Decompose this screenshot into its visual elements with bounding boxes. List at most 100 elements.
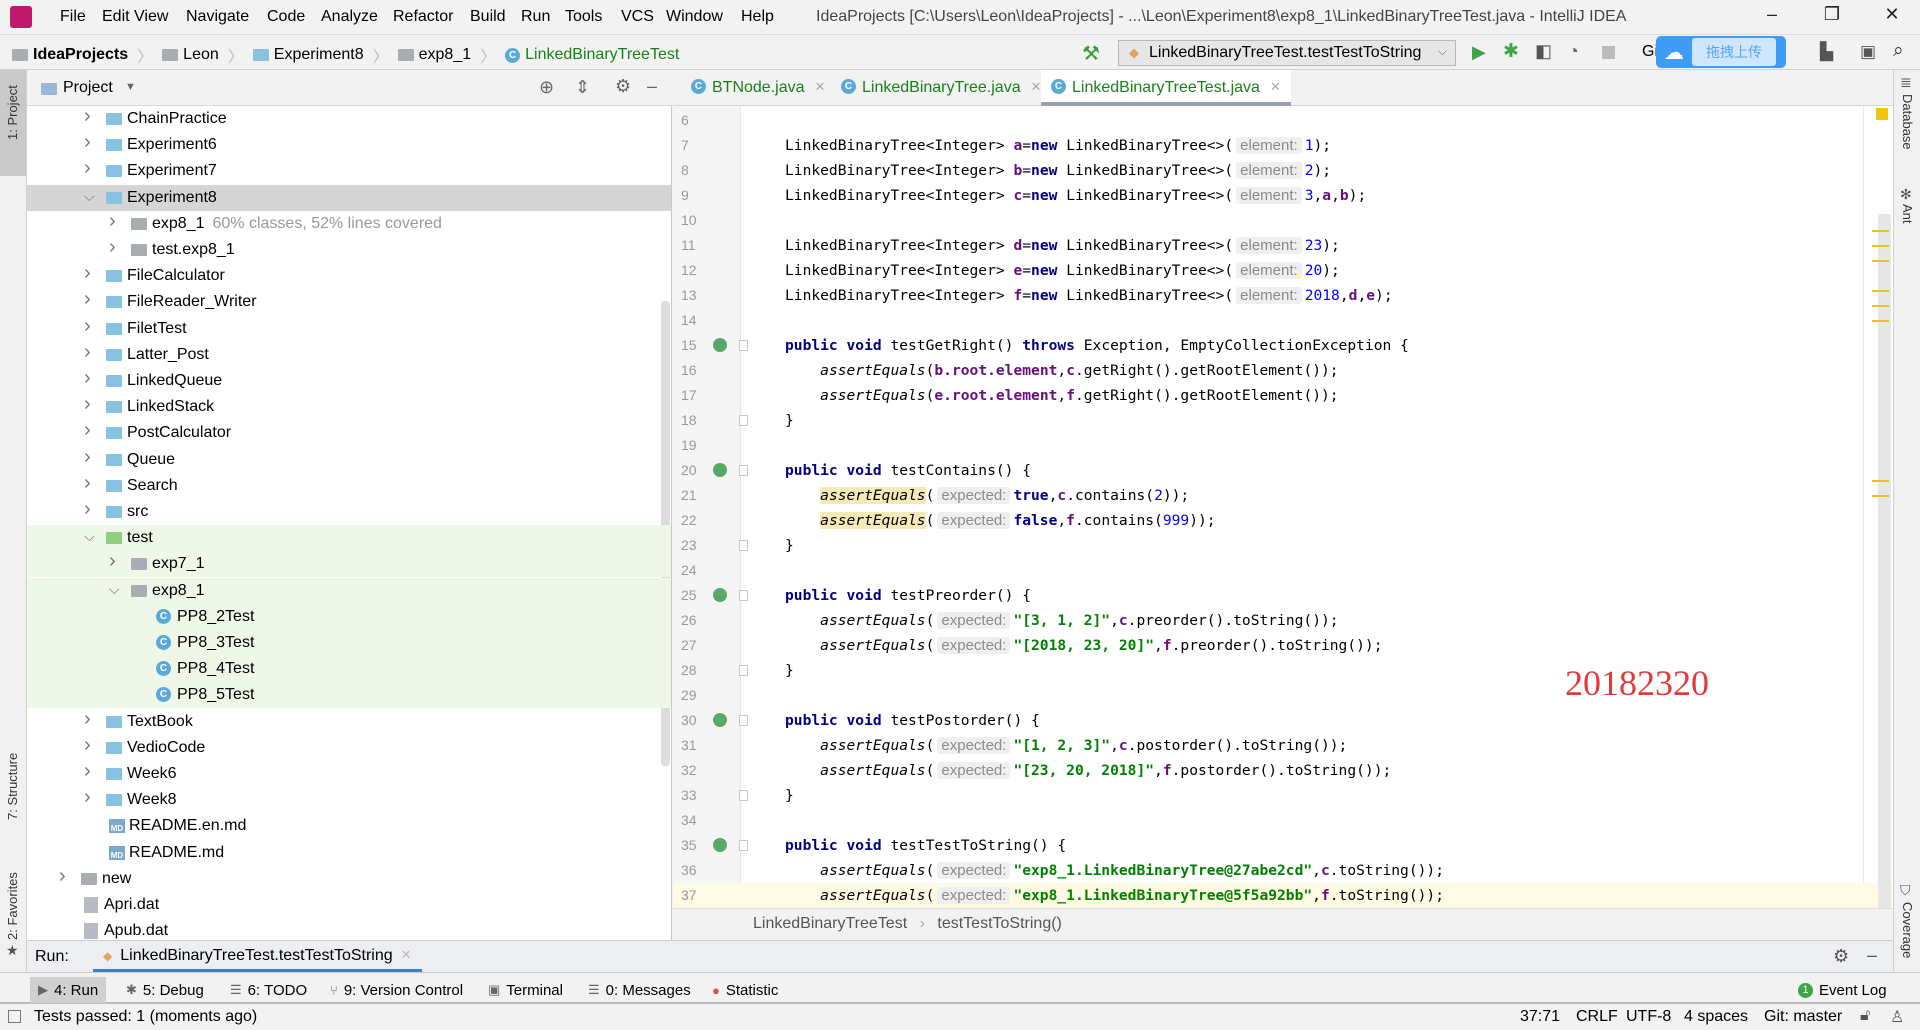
chevron-right-icon[interactable]: › xyxy=(84,131,91,154)
hide-icon[interactable]: – xyxy=(1867,945,1877,966)
code-line[interactable]: 24 xyxy=(673,558,1893,583)
tree-item[interactable]: ⌵ Experiment8 xyxy=(27,184,671,211)
tree-item[interactable]: C PP8_2Test xyxy=(27,603,671,630)
code-line[interactable]: 28} xyxy=(673,658,1893,683)
code-line[interactable]: 32 assertEquals(expected: "[23, 20, 2018]… xyxy=(673,758,1893,783)
run-test-icon[interactable] xyxy=(713,338,727,352)
code-line[interactable]: 16 assertEquals(b.root.element,c.getRigh… xyxy=(673,358,1893,383)
tool-window-debug[interactable]: ✱ 5: Debug xyxy=(118,977,212,1003)
tree-item[interactable]: C PP8_5Test xyxy=(27,682,671,709)
fold-marker-icon[interactable] xyxy=(739,465,748,476)
chevron-right-icon[interactable]: › xyxy=(84,786,91,809)
menu-edit[interactable]: Edit xyxy=(102,8,130,26)
code-line[interactable]: 22 assertEquals(expected: false,f.contain… xyxy=(673,508,1893,533)
chevron-down-icon[interactable]: ⌵ xyxy=(109,581,120,598)
tool-window-terminal[interactable]: ▣ Terminal xyxy=(480,977,571,1003)
tool-window-messages[interactable]: ☰ 0: Messages xyxy=(580,977,699,1003)
tab-btnode[interactable]: C BTNode.java ✕ xyxy=(681,70,835,106)
code-line[interactable]: 30 public void testPostorder() { xyxy=(673,708,1893,733)
crumb-experiment8[interactable]: Experiment8 xyxy=(274,46,364,64)
chevron-right-icon[interactable]: › xyxy=(84,315,91,338)
breadcrumb-method[interactable]: testTestToString() xyxy=(937,915,1061,932)
warning-stripe-mark[interactable] xyxy=(1872,320,1889,322)
menu-window[interactable]: Window xyxy=(666,8,723,26)
chevron-right-icon[interactable]: › xyxy=(109,210,116,233)
code-line[interactable]: 31 assertEquals(expected: "[1, 2, 3]",c.p… xyxy=(673,733,1893,758)
close-icon[interactable]: ✕ xyxy=(815,79,826,106)
menu-navigate[interactable]: Navigate xyxy=(186,8,249,26)
code-line[interactable]: 17 assertEquals(e.root.element,f.getRigh… xyxy=(673,383,1893,408)
menu-run[interactable]: Run xyxy=(521,8,550,26)
menu-build[interactable]: Build xyxy=(470,8,506,26)
warning-stripe-mark[interactable] xyxy=(1872,290,1889,292)
profile-icon[interactable]: ◔ xyxy=(1568,41,1579,62)
line-separator[interactable]: CRLF xyxy=(1576,1008,1618,1026)
code-line[interactable]: 12 LinkedBinaryTree<Integer> e=new Linked… xyxy=(673,258,1893,283)
chevron-right-icon[interactable]: › xyxy=(84,262,91,285)
project-structure-icon[interactable]: ▙ xyxy=(1820,42,1833,62)
indent-setting[interactable]: 4 spaces xyxy=(1684,1008,1748,1026)
terminal-window-icon[interactable]: ▣ xyxy=(1860,42,1876,62)
run-test-icon[interactable] xyxy=(713,463,727,477)
crumb-leon[interactable]: Leon xyxy=(183,46,219,64)
crumb-linkedbinarytreetest[interactable]: LinkedBinaryTreeTest xyxy=(525,46,679,64)
warning-stripe-mark[interactable] xyxy=(1872,245,1889,247)
tree-item[interactable]: › LinkedStack xyxy=(27,393,671,420)
warning-stripe-mark[interactable] xyxy=(1872,260,1889,262)
error-stripe[interactable] xyxy=(1872,214,1891,908)
warning-stripe-mark[interactable] xyxy=(1872,305,1889,307)
crumb-ideaprojects[interactable]: IdeaProjects xyxy=(33,46,128,64)
search-everywhere-icon[interactable]: ⌕ xyxy=(1893,40,1904,62)
tree-item[interactable]: ⌵ exp8_1 xyxy=(27,577,671,604)
fold-marker-icon[interactable] xyxy=(739,840,748,851)
tool-window-version-control[interactable]: ⑂ 9: Version Control xyxy=(322,977,471,1003)
file-encoding[interactable]: UTF-8 xyxy=(1626,1008,1671,1026)
close-icon[interactable]: ✕ xyxy=(1031,79,1042,106)
code-line[interactable]: 18} xyxy=(673,408,1893,433)
project-view-select[interactable]: Project xyxy=(63,79,113,97)
chevron-right-icon[interactable]: › xyxy=(109,550,116,573)
menu-help[interactable]: Help xyxy=(741,8,774,26)
fold-end-icon[interactable] xyxy=(739,540,748,551)
menu-view[interactable]: View xyxy=(134,8,168,26)
chevron-right-icon[interactable]: › xyxy=(84,734,91,757)
menu-code[interactable]: Code xyxy=(267,8,305,26)
close-icon[interactable]: ✕ xyxy=(401,947,412,969)
menu-analyze[interactable]: Analyze xyxy=(321,8,378,26)
hide-icon[interactable]: – xyxy=(647,76,657,97)
chevron-right-icon[interactable]: › xyxy=(84,760,91,783)
chevron-right-icon[interactable]: › xyxy=(84,288,91,311)
tree-item[interactable]: Apub.dat xyxy=(27,918,671,940)
tree-item[interactable]: › TextBook xyxy=(27,708,671,735)
tree-item[interactable]: › LinkedQueue xyxy=(27,367,671,394)
build-hammer-icon[interactable]: ⚒ xyxy=(1082,41,1100,66)
code-line[interactable]: 14 xyxy=(673,308,1893,333)
run-tab[interactable]: ◆ LinkedBinaryTreeTest.testTestToString … xyxy=(93,941,422,973)
code-line[interactable]: 9 LinkedBinaryTree<Integer> c=new LinkedB… xyxy=(673,183,1893,208)
code-line[interactable]: 33} xyxy=(673,783,1893,808)
warning-stripe-mark[interactable] xyxy=(1872,480,1889,482)
ant-tool-button[interactable]: Ant xyxy=(1900,204,1915,224)
project-tool-button[interactable]: 1: Project xyxy=(0,70,26,176)
stop-icon[interactable] xyxy=(1602,46,1615,59)
chevron-right-icon[interactable]: › xyxy=(84,419,91,442)
tool-window-run[interactable]: ▶ 4: Run xyxy=(30,977,107,1003)
menu-file[interactable]: File xyxy=(60,8,86,26)
tree-item[interactable]: MD README.md xyxy=(27,840,671,866)
tree-item[interactable]: › FileCalculator xyxy=(27,262,671,289)
tree-item[interactable]: › Week6 xyxy=(27,760,671,787)
menu-refactor[interactable]: Refactor xyxy=(393,8,453,26)
run-test-icon[interactable] xyxy=(713,713,727,727)
tree-item[interactable]: › Search xyxy=(27,472,671,499)
tool-window-statistic[interactable]: ● Statistic xyxy=(704,977,786,1003)
chevron-down-icon[interactable]: ⌵ xyxy=(84,188,95,205)
tree-item[interactable]: › Experiment6 xyxy=(27,131,671,158)
tree-item[interactable]: › VedioCode xyxy=(27,734,671,761)
menu-vcs[interactable]: VCS xyxy=(621,8,654,26)
code-line[interactable]: 26 assertEquals(expected: "[3, 1, 2]",c.p… xyxy=(673,608,1893,633)
tree-item[interactable]: › PostCalculator xyxy=(27,419,671,446)
tree-item[interactable]: › FiletTest xyxy=(27,315,671,342)
code-line[interactable]: 19 xyxy=(673,433,1893,458)
chevron-down-icon[interactable]: ▼ xyxy=(125,81,136,93)
code-line[interactable]: 11 LinkedBinaryTree<Integer> d=new Linked… xyxy=(673,233,1893,258)
